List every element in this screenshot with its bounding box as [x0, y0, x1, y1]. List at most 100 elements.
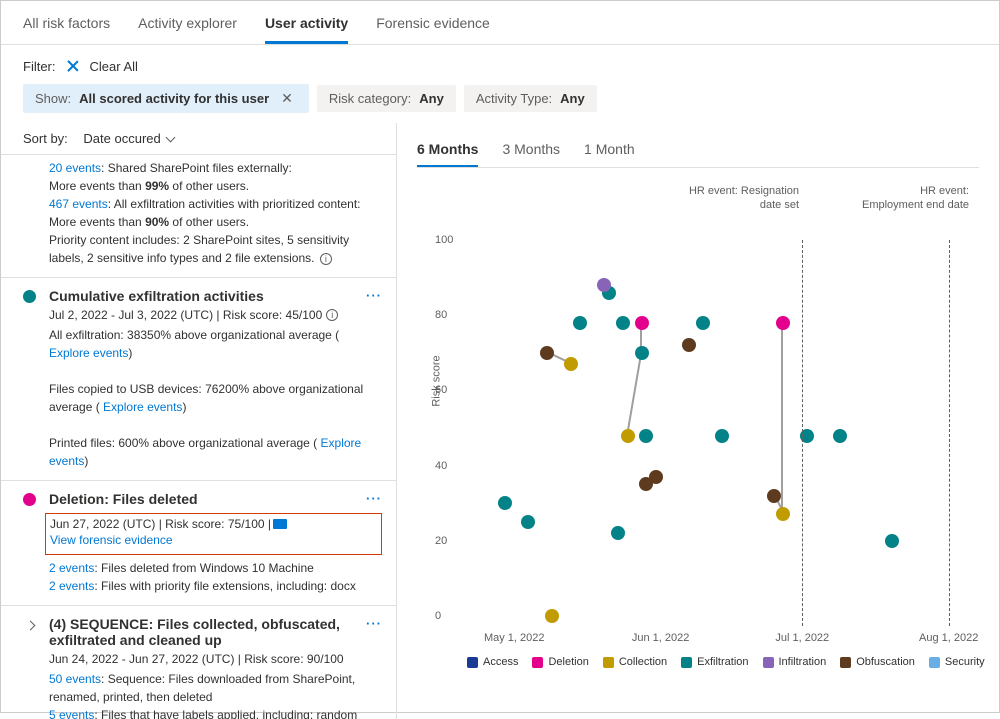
- data-point[interactable]: [885, 534, 899, 548]
- data-point[interactable]: [540, 346, 554, 360]
- data-point[interactable]: [521, 515, 535, 529]
- legend-swatch: [840, 657, 851, 668]
- y-tick: 100: [435, 234, 453, 246]
- data-point[interactable]: [649, 470, 663, 484]
- event-count-link[interactable]: 20 events: [49, 161, 101, 175]
- highlighted-metadata: Jun 27, 2022 (UTC) | Risk score: 75/100 …: [45, 513, 382, 555]
- category-dot-exfiltration: [23, 290, 36, 303]
- explore-events-link[interactable]: Explore events: [103, 400, 182, 414]
- data-point[interactable]: [621, 429, 635, 443]
- legend-swatch: [532, 657, 543, 668]
- activity-list-panel: Sort by: Date occured 20 events: Shared …: [1, 123, 397, 719]
- y-tick: 0: [435, 610, 441, 622]
- legend-item-collection[interactable]: Collection: [603, 656, 667, 668]
- list-item[interactable]: 20 events: Shared SharePoint files exter…: [1, 155, 396, 278]
- hr-event-label: HR event: Resignation date set: [679, 184, 799, 213]
- filter-pill-show[interactable]: Show: All scored activity for this user …: [23, 84, 309, 113]
- filter-pill-activity-type[interactable]: Activity Type: Any: [464, 85, 597, 112]
- sort-dropdown[interactable]: Sort by: Date occured: [1, 123, 396, 155]
- legend-swatch: [681, 657, 692, 668]
- event-count-link[interactable]: 5 events: [49, 708, 94, 719]
- range-tab-3-months[interactable]: 3 Months: [502, 135, 560, 167]
- data-point[interactable]: [611, 526, 625, 540]
- legend-item-deletion[interactable]: Deletion: [532, 656, 588, 668]
- data-point[interactable]: [564, 357, 578, 371]
- legend-item-security[interactable]: Security: [929, 656, 985, 668]
- annotation-line: [949, 240, 950, 626]
- data-point[interactable]: [635, 346, 649, 360]
- list-item-deletion[interactable]: ··· Deletion: Files deleted Jun 27, 2022…: [1, 481, 396, 606]
- legend-item-infiltration[interactable]: Infiltration: [763, 656, 827, 668]
- data-point[interactable]: [635, 316, 649, 330]
- filter-pill-risk-category[interactable]: Risk category: Any: [317, 85, 456, 112]
- card-title: Cumulative exfiltration activities: [49, 288, 378, 304]
- more-button[interactable]: ···: [366, 288, 382, 303]
- data-point[interactable]: [573, 316, 587, 330]
- data-point[interactable]: [776, 316, 790, 330]
- tab-activity-explorer[interactable]: Activity explorer: [138, 11, 237, 44]
- y-tick: 60: [435, 384, 447, 396]
- pill-label: Activity Type:: [476, 91, 552, 106]
- category-dot-deletion: [23, 493, 36, 506]
- hr-event-label: HR event: Employment end date: [859, 184, 969, 213]
- y-tick: 80: [435, 309, 447, 321]
- sort-value: Date occured: [83, 131, 160, 146]
- pill-value: Any: [560, 91, 585, 106]
- close-icon[interactable]: ✕: [277, 90, 297, 107]
- data-point[interactable]: [767, 489, 781, 503]
- chevron-right-icon[interactable]: [26, 621, 36, 631]
- pill-value: All scored activity for this user: [79, 91, 269, 106]
- data-point[interactable]: [696, 316, 710, 330]
- forensic-evidence-icon: [273, 519, 287, 529]
- list-item-cumulative-exfiltration[interactable]: ··· Cumulative exfiltration activities J…: [1, 278, 396, 481]
- more-button[interactable]: ···: [366, 491, 382, 506]
- data-point[interactable]: [776, 507, 790, 521]
- data-point[interactable]: [715, 429, 729, 443]
- x-tick: May 1, 2022: [484, 632, 545, 644]
- activity-list[interactable]: 20 events: Shared SharePoint files exter…: [1, 155, 396, 719]
- tab-user-activity[interactable]: User activity: [265, 11, 348, 44]
- sort-label: Sort by:: [23, 131, 68, 146]
- legend-item-exfiltration[interactable]: Exfiltration: [681, 656, 748, 668]
- clear-all-link[interactable]: Clear All: [90, 59, 138, 74]
- event-count-link[interactable]: 2 events: [49, 579, 94, 593]
- event-count-link[interactable]: 2 events: [49, 561, 94, 575]
- more-button[interactable]: ···: [366, 616, 382, 631]
- legend-swatch: [603, 657, 614, 668]
- pill-label: Risk category:: [329, 91, 411, 106]
- card-title: (4) SEQUENCE: Files collected, obfuscate…: [49, 616, 378, 648]
- y-tick: 40: [435, 460, 447, 472]
- data-point[interactable]: [616, 316, 630, 330]
- main-tabs: All risk factors Activity explorer User …: [1, 1, 999, 45]
- legend-swatch: [467, 657, 478, 668]
- y-axis-label: Risk score: [431, 355, 443, 406]
- data-point[interactable]: [682, 338, 696, 352]
- explore-events-link[interactable]: Explore events: [49, 346, 128, 360]
- tab-forensic-evidence[interactable]: Forensic evidence: [376, 11, 490, 44]
- chart-panel: 6 Months 3 Months 1 Month Risk score HR …: [397, 123, 999, 719]
- clear-icon[interactable]: [66, 60, 80, 74]
- data-point[interactable]: [545, 609, 559, 623]
- data-point[interactable]: [597, 278, 611, 292]
- filter-bar: Filter: Clear All Show: All scored activ…: [1, 45, 999, 123]
- data-point[interactable]: [498, 496, 512, 510]
- info-icon[interactable]: i: [326, 309, 338, 321]
- range-tab-1-month[interactable]: 1 Month: [584, 135, 635, 167]
- pill-value: Any: [419, 91, 444, 106]
- scatter-chart[interactable]: Risk score HR event: Resignation date se…: [417, 180, 999, 650]
- info-icon[interactable]: i: [320, 253, 332, 265]
- x-tick: Jun 1, 2022: [632, 632, 690, 644]
- y-tick: 20: [435, 535, 447, 547]
- legend-item-access[interactable]: Access: [467, 656, 518, 668]
- data-point[interactable]: [833, 429, 847, 443]
- tab-all-risk-factors[interactable]: All risk factors: [23, 11, 110, 44]
- chevron-down-icon: [165, 133, 175, 143]
- list-item-sequence[interactable]: ··· (4) SEQUENCE: Files collected, obfus…: [1, 606, 396, 719]
- legend-item-obfuscation[interactable]: Obfuscation: [840, 656, 915, 668]
- card-title: Deletion: Files deleted: [49, 491, 378, 507]
- range-tab-6-months[interactable]: 6 Months: [417, 135, 478, 167]
- event-count-link[interactable]: 467 events: [49, 197, 108, 211]
- view-forensic-evidence-link[interactable]: View forensic evidence: [50, 533, 173, 547]
- event-count-link[interactable]: 50 events: [49, 672, 101, 686]
- data-point[interactable]: [639, 429, 653, 443]
